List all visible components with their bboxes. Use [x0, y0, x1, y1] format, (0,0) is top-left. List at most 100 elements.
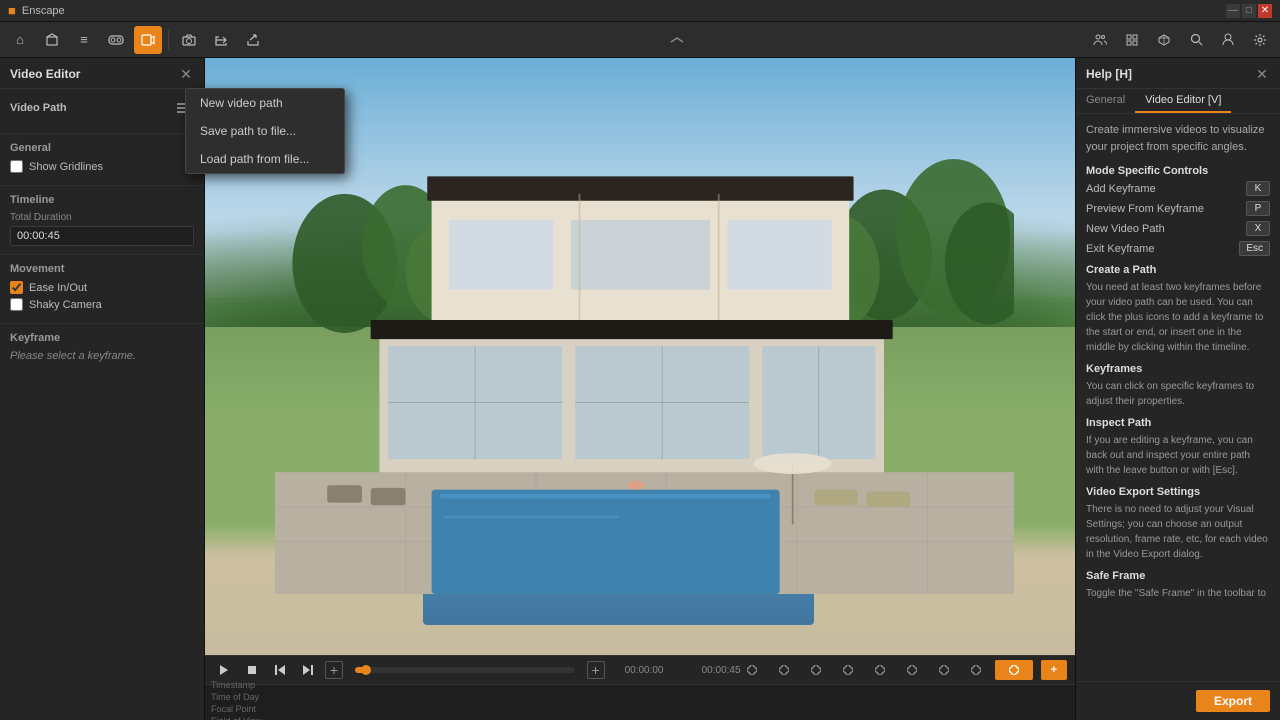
create-path-text: You need at least two keyframes before y…: [1086, 280, 1270, 355]
timeline-area: + + 00:00:00 00:00:45: [205, 655, 1075, 720]
help-title: Help [H]: [1086, 67, 1132, 81]
timeline-section: Timeline Total Duration: [0, 186, 204, 255]
help-header: Help [H] ✕: [1076, 58, 1280, 89]
shaky-camera-checkbox[interactable]: [10, 298, 23, 311]
show-gridlines-checkbox[interactable]: [10, 160, 23, 173]
shortcut-exit: Exit Keyframe Esc: [1086, 241, 1270, 256]
menu-btn[interactable]: ≡: [70, 26, 98, 54]
stop-btn[interactable]: [241, 659, 263, 681]
shortcut-add-key: K: [1246, 181, 1270, 196]
export-settings-text: There is no need to adjust your Visual S…: [1086, 502, 1270, 562]
tod-label: Time of Day: [211, 692, 281, 702]
play-btn[interactable]: [213, 659, 235, 681]
kf-diamond-1[interactable]: [747, 665, 757, 675]
shortcut-add-keyframe: Add Keyframe K: [1086, 181, 1270, 196]
keyframe-track[interactable]: [281, 685, 1069, 720]
section-inspect-path: Inspect Path: [1086, 417, 1270, 429]
kf-diamond-8[interactable]: [971, 665, 981, 675]
title-bar: ■ Enscape — □ ✕: [0, 0, 1280, 22]
kf-diamond-6[interactable]: [907, 665, 917, 675]
settings-btn[interactable]: [1246, 26, 1274, 54]
help-close-btn[interactable]: ✕: [1254, 66, 1270, 82]
end-keyframe-btn[interactable]: [995, 660, 1033, 680]
kf-diamond-5[interactable]: [875, 665, 885, 675]
export-bar: Export: [1076, 681, 1280, 720]
export-btn[interactable]: [207, 26, 235, 54]
video-editor-close[interactable]: ✕: [178, 66, 194, 82]
home-btn[interactable]: ⌂: [6, 26, 34, 54]
show-gridlines-row: Show Gridlines: [10, 160, 194, 173]
video-path-section: Video Path: [0, 89, 204, 134]
shortcut-exit-key: Esc: [1239, 241, 1270, 256]
movement-label: Movement: [10, 263, 194, 275]
kf-diamond-3[interactable]: [811, 665, 821, 675]
grid-btn[interactable]: [1118, 26, 1146, 54]
add-keyframe-end-btn[interactable]: +: [587, 661, 605, 679]
kf-diamond-2[interactable]: [779, 665, 789, 675]
building-btn[interactable]: [38, 26, 66, 54]
section-mode-controls: Mode Specific Controls: [1086, 165, 1270, 177]
next-keyframe-btn[interactable]: [297, 659, 319, 681]
help-content: Create immersive videos to visualize you…: [1076, 114, 1280, 681]
search-btn[interactable]: [1182, 26, 1210, 54]
ts-label: Timestamp: [211, 680, 281, 690]
shaky-camera-label: Shaky Camera: [29, 299, 102, 311]
vr-btn[interactable]: [102, 26, 130, 54]
inspect-path-text: If you are editing a keyframe, you can b…: [1086, 433, 1270, 478]
cube-btn[interactable]: [1150, 26, 1178, 54]
tab-video-editor[interactable]: Video Editor [V]: [1135, 89, 1231, 113]
video-editor-header: Video Editor ✕: [0, 58, 204, 89]
duration-input[interactable]: [10, 226, 194, 246]
general-section: General Show Gridlines: [0, 134, 204, 186]
main-toolbar: ⌂ ≡: [0, 22, 1280, 58]
dropdown-menu: New video path Save path to file... Load…: [185, 88, 345, 174]
shortcut-new-path: New Video Path X: [1086, 221, 1270, 236]
camera-btn[interactable]: [175, 26, 203, 54]
share-btn[interactable]: [239, 26, 267, 54]
keyframes-text: You can click on specific keyframes to a…: [1086, 379, 1270, 409]
timeline-scrubber[interactable]: [355, 667, 575, 673]
safe-frame-text: Toggle the "Safe Frame" in the toolbar t…: [1086, 586, 1270, 601]
prev-keyframe-btn[interactable]: [269, 659, 291, 681]
left-panel: Video Editor ✕ Video Path General: [0, 58, 205, 720]
general-label: General: [10, 142, 194, 154]
keyframe-section: Keyframe Please select a keyframe.: [0, 324, 204, 720]
shortcut-add-label: Add Keyframe: [1086, 183, 1156, 195]
tab-general[interactable]: General: [1076, 89, 1135, 113]
kf-diamond-4[interactable]: [843, 665, 853, 675]
people-btn[interactable]: [1086, 26, 1114, 54]
close-btn[interactable]: ✕: [1258, 4, 1272, 18]
shortcut-new-path-label: New Video Path: [1086, 223, 1165, 235]
house-svg: [275, 88, 1015, 595]
maximize-btn[interactable]: □: [1242, 4, 1256, 18]
ease-inout-label: Ease In/Out: [29, 282, 87, 294]
chevron-up-btn[interactable]: [669, 32, 685, 47]
timeline-thumb[interactable]: [361, 665, 371, 675]
user-btn[interactable]: [1214, 26, 1242, 54]
dropdown-load-path[interactable]: Load path from file...: [186, 145, 344, 173]
shortcut-preview-label: Preview From Keyframe: [1086, 203, 1204, 215]
ease-inout-checkbox[interactable]: [10, 281, 23, 294]
movement-section: Movement Ease In/Out Shaky Camera: [0, 255, 204, 324]
section-safe-frame: Safe Frame: [1086, 570, 1270, 582]
help-tabs: General Video Editor [V]: [1076, 89, 1280, 114]
video-path-label: Video Path: [10, 102, 67, 114]
divider1: [168, 30, 169, 50]
dropdown-new-path[interactable]: New video path: [186, 89, 344, 117]
time-start: 00:00:00: [625, 665, 680, 676]
dropdown-save-path[interactable]: Save path to file...: [186, 117, 344, 145]
video-btn[interactable]: [134, 26, 162, 54]
keyframe-label-list: Timestamp Time of Day Focal Point Field …: [211, 680, 281, 720]
shortcut-exit-label: Exit Keyframe: [1086, 243, 1154, 255]
video-editor-title: Video Editor: [10, 67, 80, 81]
add-timeline-btn[interactable]: +: [1041, 660, 1067, 680]
kf-diamond-7[interactable]: [939, 665, 949, 675]
fp-label: Focal Point: [211, 704, 281, 714]
export-btn[interactable]: Export: [1196, 690, 1270, 712]
add-keyframe-start-btn[interactable]: +: [325, 661, 343, 679]
minimize-btn[interactable]: —: [1226, 4, 1240, 18]
shortcut-preview-key: P: [1246, 201, 1270, 216]
section-export-settings: Video Export Settings: [1086, 486, 1270, 498]
duration-label: Total Duration: [10, 212, 194, 223]
shortcut-preview: Preview From Keyframe P: [1086, 201, 1270, 216]
